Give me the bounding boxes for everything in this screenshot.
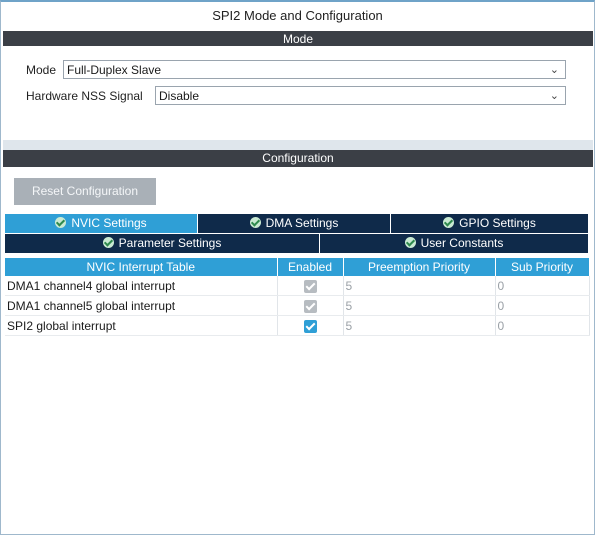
nss-label: Hardware NSS Signal <box>26 89 143 103</box>
column-header-sub-priority[interactable]: Sub Priority <box>495 258 590 276</box>
enabled-cell <box>277 295 344 316</box>
mode-label: Mode <box>26 63 57 77</box>
nss-select-value: Disable <box>159 89 200 103</box>
nss-row: Hardware NSS Signal Disable ⌄ <box>26 86 566 106</box>
chevron-down-icon: ⌄ <box>549 64 559 76</box>
tab-label: NVIC Settings <box>71 216 147 230</box>
preemption-priority: 5 <box>343 295 496 316</box>
sub-priority: 0 <box>495 295 590 316</box>
table-row[interactable]: SPI2 global interrupt 5 0 <box>5 315 590 336</box>
tab-label: DMA Settings <box>265 216 339 230</box>
enabled-checkbox <box>303 279 317 293</box>
interrupt-name: DMA1 channel5 global interrupt <box>5 295 278 316</box>
column-header-enabled[interactable]: Enabled <box>277 258 344 276</box>
mode-select-value: Full-Duplex Slave <box>67 63 162 77</box>
nss-select[interactable]: Disable ⌄ <box>155 86 566 105</box>
preemption-priority: 5 <box>343 276 496 296</box>
tab-user-constants[interactable]: User Constants <box>320 234 588 253</box>
table-header-row: NVIC Interrupt Table Enabled Preemption … <box>5 258 590 276</box>
mode-select[interactable]: Full-Duplex Slave ⌄ <box>63 60 566 79</box>
table-row[interactable]: DMA1 channel5 global interrupt 5 0 <box>5 295 590 316</box>
check-circle-icon <box>443 217 455 228</box>
column-header-interrupt[interactable]: NVIC Interrupt Table <box>5 258 278 276</box>
tab-gpio-settings[interactable]: GPIO Settings <box>391 214 588 233</box>
enabled-cell <box>277 276 344 296</box>
tab-nvic-settings[interactable]: NVIC Settings <box>5 214 198 233</box>
interrupt-name: DMA1 channel4 global interrupt <box>5 276 278 296</box>
nvic-interrupt-table: NVIC Interrupt Table Enabled Preemption … <box>5 258 590 336</box>
preemption-priority[interactable]: 5 <box>343 315 496 336</box>
check-circle-icon <box>55 217 67 228</box>
configuration-section-header: Configuration <box>3 150 593 167</box>
tab-label: GPIO Settings <box>459 216 536 230</box>
enabled-checkbox <box>303 299 317 313</box>
sub-priority[interactable]: 0 <box>495 315 590 336</box>
reset-configuration-button[interactable]: Reset Configuration <box>14 178 156 205</box>
section-divider <box>3 140 593 150</box>
interrupt-name: SPI2 global interrupt <box>5 315 278 336</box>
check-circle-icon <box>404 237 416 248</box>
check-circle-icon <box>102 237 114 248</box>
mode-panel: Mode Full-Duplex Slave ⌄ Hardware NSS Si… <box>3 46 593 140</box>
check-circle-icon <box>249 217 261 228</box>
enabled-checkbox[interactable] <box>303 319 317 333</box>
enabled-cell <box>277 315 344 336</box>
column-header-preemption[interactable]: Preemption Priority <box>343 258 496 276</box>
table-row[interactable]: DMA1 channel4 global interrupt 5 0 <box>5 276 590 296</box>
tab-parameter-settings[interactable]: Parameter Settings <box>5 234 320 253</box>
sub-priority: 0 <box>495 276 590 296</box>
tab-label: Parameter Settings <box>118 236 222 250</box>
panel-title: SPI2 Mode and Configuration <box>212 8 383 23</box>
mode-row: Mode Full-Duplex Slave ⌄ <box>26 60 566 80</box>
chevron-down-icon: ⌄ <box>549 90 559 102</box>
tab-dma-settings[interactable]: DMA Settings <box>198 214 391 233</box>
tab-label: User Constants <box>420 236 504 250</box>
